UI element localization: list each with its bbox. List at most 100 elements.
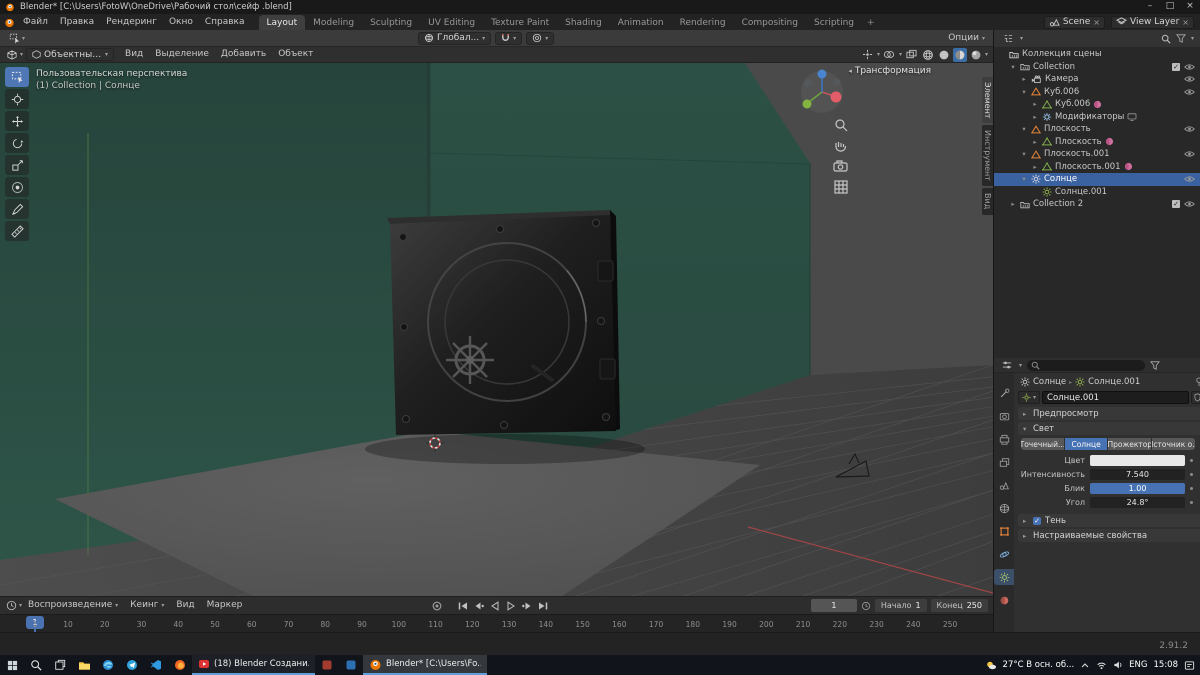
shadow-panel-header[interactable]: ▸ ✓ Тень [1018,514,1200,527]
outliner-row[interactable]: ▾ Плоскость.001 [994,148,1200,161]
snap-dropdown[interactable]: ▾ [495,31,523,45]
viewport-menu-item[interactable]: Выделение [149,47,215,62]
view-layer-selector[interactable]: View Layer × [1110,15,1194,29]
safe-object[interactable] [365,210,645,464]
outliner-row[interactable]: Солнце.001 [994,186,1200,199]
outliner-row[interactable]: ▾ Плоскость [994,123,1200,136]
shading-wireframe-icon[interactable] [921,48,935,62]
disclosure-triangle[interactable]: ▸ [1031,138,1039,146]
frame-end-field[interactable]: Конец 250 [930,599,988,612]
telegram-icon[interactable] [120,655,144,675]
number-field[interactable]: 24.8° [1090,497,1185,508]
blender-window-button[interactable]: Blender* [C:\Users\Fo... [363,655,487,675]
workspace-tab[interactable]: Shading [557,15,610,30]
timeline-menu-item[interactable]: Воспроизведение ▾ [22,598,124,613]
light-type-button[interactable]: Прожектор [1108,438,1152,450]
minimize-button[interactable]: – [1140,0,1160,14]
scene-selector[interactable]: Scene × [1043,15,1105,29]
transform-tool[interactable] [5,177,29,197]
overlays-toggle-icon[interactable] [882,48,897,62]
disclosure-triangle[interactable]: ▾ [1020,150,1028,158]
world-tab[interactable] [994,500,1014,516]
gizmo-y-axis[interactable] [802,99,812,109]
breadcrumb-object[interactable]: Солнце [1033,377,1066,387]
n-panel-tab[interactable]: Инструмент [982,125,993,187]
topbar-menu-item[interactable]: Справка [199,15,251,30]
collection-checkbox[interactable]: ✓ [1172,62,1180,71]
preview-panel-header[interactable]: ▸ Предпросмотр [1018,407,1200,420]
workspace-tab[interactable]: Compositing [734,15,806,30]
close-button[interactable]: × [1180,0,1200,14]
keyframe-dot[interactable] [1190,459,1193,462]
screen-visibility-icon[interactable] [1127,113,1137,121]
active-tool-icon[interactable] [7,31,22,45]
edge-icon[interactable] [96,655,120,675]
custom-props-panel-header[interactable]: ▸ Настраиваемые свойства [1018,529,1200,542]
outliner-row[interactable]: ▸ Плоскость [994,136,1200,149]
eye-icon[interactable] [1184,88,1195,96]
properties-filter-icon[interactable] [1150,360,1160,370]
topbar-menu-item[interactable]: Рендеринг [100,15,163,30]
editor-type-icon[interactable] [4,48,19,62]
timeline-editor-icon[interactable] [4,599,19,613]
outliner-row[interactable]: ▾ Collection ✓ [994,61,1200,74]
disclosure-triangle[interactable]: ▸ [1009,200,1017,208]
collection-checkbox[interactable]: ✓ [1172,200,1180,209]
mode-dropdown[interactable]: Объектный режим ▾ [26,48,115,61]
workspace-tab[interactable]: Animation [610,15,672,30]
keyframe-dot[interactable] [1190,501,1193,504]
outliner-row[interactable]: ▾ Куб.006 [994,86,1200,99]
tray-chevron-up-icon[interactable] [1080,661,1090,670]
n-panel-tab[interactable]: Вид [982,188,993,215]
timeline-menu-item[interactable]: Вид [170,598,200,613]
start-button[interactable] [0,655,24,675]
rotate-tool[interactable] [5,133,29,153]
transform-orientation-dropdown[interactable]: Глобал... ▾ [418,31,492,45]
eye-icon[interactable] [1184,150,1195,158]
viewport-3d-scene[interactable] [0,63,993,596]
maximize-button[interactable]: □ [1160,0,1180,14]
physics-tab[interactable] [994,546,1014,562]
timeline-menu-item[interactable]: Кеинг ▾ [124,598,170,613]
current-frame-field[interactable]: 1 [810,599,857,612]
3d-viewport[interactable]: Пользовательская перспектива (1) Collect… [0,63,993,596]
viewport-menu-item[interactable]: Вид [119,47,149,62]
topbar-menu-item[interactable]: Окно [163,15,199,30]
timeline-ruler[interactable]: 1 1 10 20 30 40 50 60 70 80 90 100 110 120 130 140 150 1… [0,614,993,634]
n-panel-collapsed[interactable]: ◂ Трансформация [848,66,931,76]
slider-field[interactable]: 1.00 [1090,483,1185,494]
weather-label[interactable]: 27°C В осн. об... [1003,660,1075,670]
outliner-row[interactable]: ▸ Модификаторы [994,111,1200,124]
disclosure-triangle[interactable]: ▾ [1009,63,1017,71]
viewport-menu-item[interactable]: Добавить [215,47,272,62]
select-box-tool[interactable] [5,67,29,87]
keyframe-dot[interactable] [1190,473,1193,476]
app-red-window-button[interactable] [315,655,339,675]
keyframe-dot[interactable] [1190,487,1193,490]
view-layer-tab[interactable] [994,454,1014,470]
output-tab[interactable] [994,431,1014,447]
action-center-icon[interactable] [1184,660,1195,671]
next-keyframe-button[interactable] [519,599,534,613]
outliner-search-icon[interactable] [1161,34,1171,44]
data-name-field[interactable]: Солнце.001 [1042,391,1189,404]
disclosure-triangle[interactable]: ▾ [1020,175,1028,183]
material-tab[interactable] [994,592,1014,608]
vscode-icon[interactable] [144,655,168,675]
browser-window-button[interactable]: (18) Blender Создани... [192,655,315,675]
outliner-row[interactable]: ▾ Солнце [994,173,1200,186]
disclosure-triangle[interactable]: ▸ [1031,163,1039,171]
render-tab[interactable] [994,408,1014,424]
add-workspace-button[interactable]: + [862,15,880,30]
app-blue-window-button[interactable] [339,655,363,675]
shadow-checkbox[interactable]: ✓ [1033,516,1041,525]
disclosure-triangle[interactable]: ▸ [1031,113,1039,121]
gizmo-z-axis[interactable] [817,69,827,79]
eye-icon[interactable] [1184,125,1195,133]
play-reverse-button[interactable] [487,599,502,613]
topbar-menu-item[interactable]: Правка [54,15,100,30]
shading-material-icon[interactable] [952,47,967,62]
workspace-tab[interactable]: Sculpting [362,15,420,30]
shading-rendered-icon[interactable] [969,48,983,62]
jump-to-end-button[interactable] [535,599,550,613]
